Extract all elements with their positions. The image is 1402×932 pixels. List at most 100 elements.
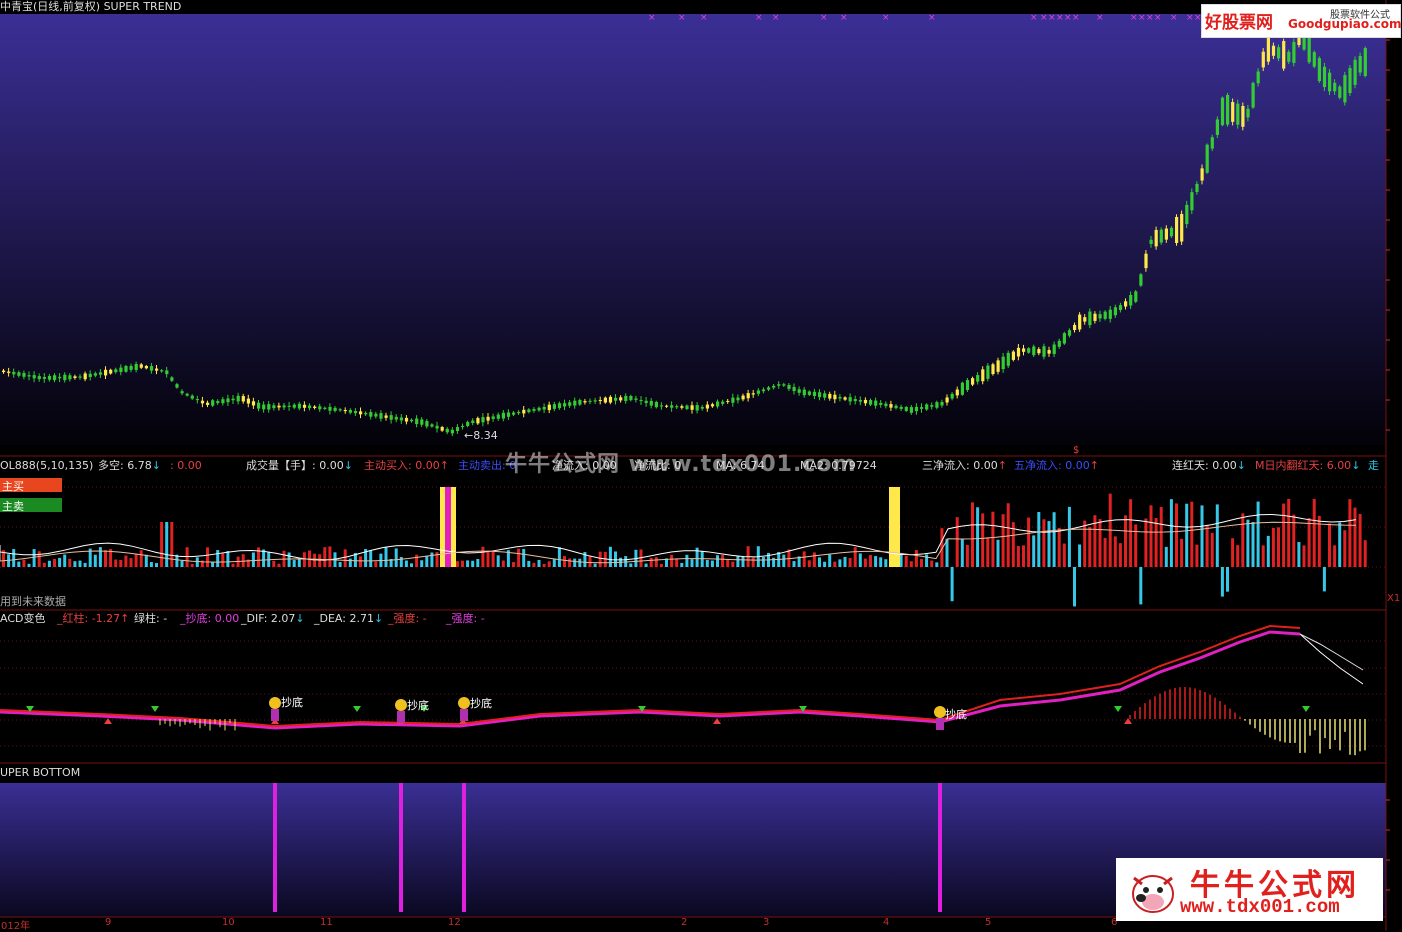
- smiley-stand-0: [271, 709, 279, 721]
- vol-bar-188: [960, 538, 964, 567]
- candle-body-162: [828, 393, 832, 399]
- bottom-signal-2: [462, 783, 466, 912]
- vol-bar-140: [716, 555, 719, 567]
- candle-body-37: [190, 395, 194, 399]
- candle-body-204: [1042, 346, 1046, 357]
- candle-body-63: [323, 407, 327, 409]
- candle-body-262: [1338, 86, 1342, 98]
- candle-body-147: [751, 393, 755, 395]
- vol-bar-192: [981, 513, 985, 567]
- candle-body-214: [1093, 313, 1097, 321]
- vol-item-1: 多空: 6.78↓: [98, 459, 161, 472]
- vol-bar-186: [950, 567, 954, 602]
- candle-body-183: [935, 402, 939, 408]
- vol-bar-194: [991, 511, 995, 567]
- candle-body-154: [787, 384, 791, 389]
- candle-body-110: [563, 403, 567, 407]
- vol-highlight-1b: [445, 487, 451, 567]
- candle-body-226: [1154, 229, 1158, 247]
- vol-bar-164: [838, 559, 842, 567]
- macd-arrow-icon-12: [713, 718, 721, 724]
- vol-bar-49: [251, 552, 255, 567]
- vol-bar-5: [27, 563, 31, 567]
- candle-body-60: [308, 405, 312, 409]
- vol-bar-178: [909, 561, 913, 567]
- vol-bar-92: [471, 560, 475, 567]
- top-marker-9: ×: [1030, 13, 1038, 23]
- candle-body-170: [869, 400, 873, 405]
- top-watermark-logo: 好股票网 Goodgupiao.com 股票软件公式: [1201, 4, 1402, 38]
- vol-bar-197: [1006, 503, 1010, 567]
- vol-bar-100: [512, 562, 515, 567]
- candle-body-13: [68, 375, 72, 380]
- macd-arrow-icon-6: [1114, 706, 1122, 712]
- candle-body-209: [1067, 330, 1072, 336]
- vol-bar-66: [338, 562, 342, 567]
- candle-body-176: [899, 406, 903, 409]
- top-marker-7: ×: [882, 13, 890, 23]
- candle-body-227: [1159, 229, 1163, 243]
- vol-bar-80: [410, 563, 413, 567]
- vol-bar-20: [104, 550, 107, 567]
- candle-body-44: [226, 398, 230, 403]
- candle-body-1: [7, 371, 11, 373]
- candle-body-169: [863, 399, 868, 404]
- candle-body-146: [746, 393, 750, 399]
- candle-body-246: [1256, 71, 1260, 84]
- vol-bar-204: [1042, 519, 1046, 567]
- vol-bar-115: [588, 556, 592, 567]
- vol-highlight-2: [889, 487, 900, 567]
- vol-bar-142: [726, 559, 730, 567]
- vol-bar-91: [466, 560, 470, 567]
- vol-bar-207: [1057, 527, 1061, 567]
- candle-body-208: [1062, 333, 1066, 344]
- candle-body-202: [1032, 346, 1036, 356]
- candle-body-144: [736, 397, 740, 401]
- candle-body-88: [450, 429, 454, 434]
- vol-bar-219: [1118, 543, 1122, 567]
- vol-bar-15: [78, 560, 82, 567]
- candle-body-86: [440, 427, 444, 431]
- vol-item-2: : 0.00: [170, 459, 202, 472]
- vol-arrow-icon-11: ↑: [1089, 459, 1099, 472]
- vol-bar-260: [1328, 523, 1331, 567]
- candle-body-132: [675, 406, 679, 408]
- candle-body-133: [680, 406, 684, 408]
- vol-bar-180: [920, 559, 923, 567]
- candle-body-94: [481, 417, 485, 423]
- vol-bar-35: [180, 560, 184, 567]
- candle-body-40: [206, 402, 210, 405]
- candle-body-152: [777, 384, 781, 386]
- vol-bar-235: [1200, 505, 1204, 567]
- vol-bar-128: [654, 557, 658, 567]
- candle-body-26: [134, 364, 138, 370]
- candle-body-81: [415, 418, 419, 425]
- vol-arrow-icon-4: ↑: [439, 459, 449, 472]
- candle-body-68: [348, 409, 352, 413]
- candle-body-42: [216, 401, 220, 404]
- vol-bar-205: [1047, 521, 1051, 567]
- candle-body-189: [965, 380, 970, 390]
- candle-body-16: [83, 373, 87, 380]
- vol-bar-257: [1312, 498, 1316, 567]
- macd-arrow-icon-4: ↓: [295, 612, 305, 625]
- vol-bar-224: [1144, 518, 1148, 567]
- vol-bar-54: [277, 563, 281, 567]
- vol-bar-61: [313, 553, 317, 567]
- vol-bar-200: [1022, 545, 1025, 567]
- candle-body-117: [598, 399, 602, 402]
- vol-bar-109: [557, 547, 561, 567]
- candle-body-9: [47, 375, 52, 380]
- candle-body-61: [313, 406, 317, 409]
- vol-bar-67: [343, 549, 347, 567]
- vol-bar-57: [292, 560, 296, 567]
- candle-body-18: [93, 373, 97, 376]
- vol-bar-41: [211, 562, 215, 567]
- vol-bar-89: [455, 561, 459, 567]
- candle-body-180: [920, 407, 924, 409]
- future-data-note: 用到未来数据: [0, 595, 66, 608]
- candle-body-4: [22, 373, 26, 377]
- candle-body-171: [874, 400, 878, 406]
- vol-bar-176: [899, 553, 903, 567]
- bottom-signal-3: [938, 783, 942, 912]
